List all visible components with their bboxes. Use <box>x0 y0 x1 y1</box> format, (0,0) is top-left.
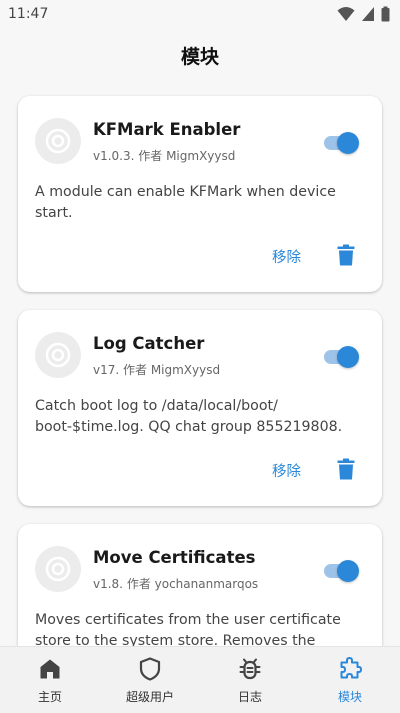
toggle-thumb <box>337 346 359 368</box>
status-bar: 11:47 <box>0 0 400 28</box>
nav-label: 模块 <box>337 690 362 704</box>
battery-icon <box>381 6 390 22</box>
module-avatar <box>35 546 81 592</box>
nav-label: 日志 <box>237 690 262 704</box>
module-name: Move Certificates <box>93 548 256 567</box>
module-meta: v17. 作者 MigmXyysd <box>93 363 221 377</box>
module-avatar <box>35 118 81 164</box>
cellular-signal-icon <box>362 7 374 21</box>
module-card: Log Catcher v17. 作者 MigmXyysd Catch boot… <box>18 310 382 506</box>
status-time: 11:47 <box>8 6 49 22</box>
module-meta: v1.8. 作者 yochananmarqos <box>93 577 259 591</box>
puzzle-icon <box>337 656 363 682</box>
module-enable-toggle[interactable] <box>324 130 362 154</box>
home-icon <box>37 656 63 682</box>
bug-icon <box>237 656 263 682</box>
toggle-thumb <box>337 560 359 582</box>
module-meta: v1.0.3. 作者 MigmXyysd <box>93 149 236 163</box>
module-placeholder-icon <box>45 556 71 582</box>
module-card: Move Certificates v1.8. 作者 yochananmarqo… <box>18 524 382 646</box>
module-avatar <box>35 332 81 378</box>
module-enable-toggle[interactable] <box>324 558 362 582</box>
module-description: Moves certificates from the user certifi… <box>35 612 341 646</box>
nav-item-modules[interactable]: 模块 <box>300 647 400 713</box>
module-name: Log Catcher <box>93 334 205 353</box>
module-placeholder-icon <box>45 342 71 368</box>
remove-button[interactable]: 移除 <box>268 458 305 483</box>
delete-button[interactable] <box>334 456 358 482</box>
toggle-thumb <box>337 132 359 154</box>
status-icons <box>337 6 390 22</box>
module-description: Catch boot log to /data/local/boot/ boot… <box>35 398 343 435</box>
module-name: KFMark Enabler <box>93 120 241 139</box>
delete-button[interactable] <box>334 242 358 268</box>
wifi-icon <box>337 7 355 21</box>
module-list[interactable]: KFMark Enabler v1.0.3. 作者 MigmXyysd A mo… <box>0 82 400 646</box>
module-description: A module can enable KFMark when device s… <box>35 184 336 221</box>
nav-label: 超级用户 <box>125 690 174 704</box>
module-card: KFMark Enabler v1.0.3. 作者 MigmXyysd A mo… <box>18 96 382 292</box>
app-bar: 模块 <box>0 28 400 82</box>
nav-item-superuser[interactable]: 超级用户 <box>100 647 200 713</box>
page-title: 模块 <box>180 45 219 68</box>
trash-icon <box>337 458 355 480</box>
trash-icon <box>337 244 355 266</box>
shield-icon <box>137 656 163 682</box>
remove-button[interactable]: 移除 <box>268 244 305 269</box>
nav-item-logs[interactable]: 日志 <box>200 647 300 713</box>
bottom-navigation: 主页 超级用户 日志 模块 <box>0 646 400 713</box>
nav-item-home[interactable]: 主页 <box>0 647 100 713</box>
module-enable-toggle[interactable] <box>324 344 362 368</box>
nav-label: 主页 <box>37 690 62 704</box>
module-placeholder-icon <box>45 128 71 154</box>
